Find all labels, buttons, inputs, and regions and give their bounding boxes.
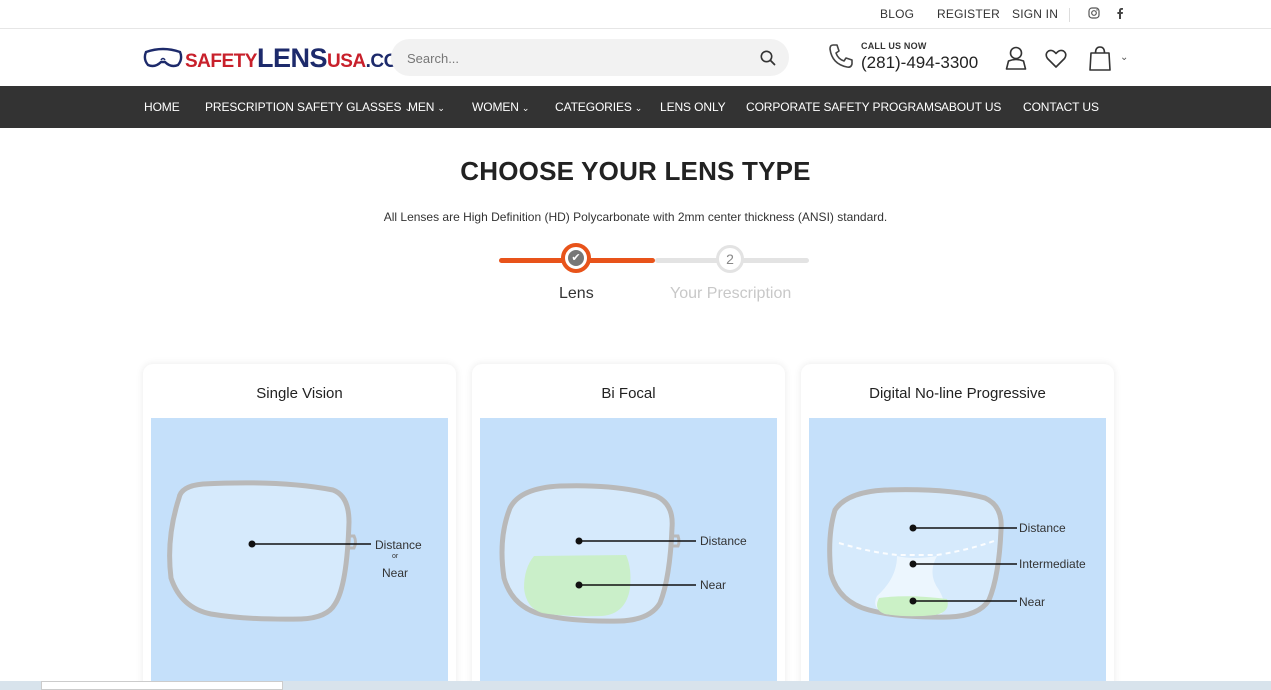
checkout-stepper: ✔ 2 Lens Your Prescription [498,240,810,302]
shopping-bag-icon[interactable] [1088,45,1112,71]
user-account-icon[interactable] [1005,46,1027,70]
facebook-icon[interactable] [1116,7,1124,22]
nav-item-home[interactable]: HOME [144,100,180,114]
logo-wordmark: SAFETYLENSUSA.COM [185,42,414,73]
blog-link[interactable]: BLOG [880,7,914,21]
call-us-label: CALL US NOW [861,41,927,51]
page-title: CHOOSE YOUR LENS TYPE [460,156,811,186]
nav-item-contact-us[interactable]: CONTACT US [1023,100,1099,114]
step-1-lens[interactable]: ✔ [561,243,591,273]
instagram-icon[interactable] [1088,7,1100,22]
lens-option-digital-no-line-progressive[interactable]: Digital No-line Progressive Distance Int… [801,364,1114,690]
bottom-overlay-box [41,681,283,690]
chevron-down-icon: ⌄ [521,103,530,113]
top-divider [1069,8,1070,22]
distance-label: Distance [1019,521,1066,535]
nav-item-lens-only[interactable]: LENS ONLY [660,100,726,114]
wishlist-heart-icon[interactable] [1045,49,1067,69]
phone-icon [827,42,855,70]
bi-focal-lens-diagram: Distance Near [480,418,777,690]
goggles-logo-icon [143,47,183,68]
nav-item-men[interactable]: MEN ⌄ [408,100,445,114]
top-utility-bar: BLOG REGISTER SIGN IN [0,0,1271,29]
nav-item-women[interactable]: WOMEN ⌄ [472,100,529,114]
lens-option-bi-focal[interactable]: Bi Focal Distance Near [472,364,785,690]
lens-option-single-vision[interactable]: Single Vision Distance or Near [143,364,456,690]
sign-in-link[interactable]: SIGN IN [1012,7,1058,21]
page-subtitle: All Lenses are High Definition (HD) Poly… [383,210,888,224]
nav-item-prescription-safety-glasses[interactable]: PRESCRIPTION SAFETY GLASSES ⌄ [205,100,412,114]
cart-chevron-down-icon[interactable]: ⌄ [1120,52,1128,63]
or-label: or [392,553,399,560]
main-navigation: HOME PRESCRIPTION SAFETY GLASSES ⌄ MEN ⌄ W… [0,86,1271,128]
nav-item-categories[interactable]: CATEGORIES ⌄ [555,100,642,114]
top-links: BLOG REGISTER SIGN IN [0,7,1271,23]
single-vision-lens-diagram: Distance or Near [151,418,448,690]
near-label: Near [382,566,409,580]
search-input[interactable] [407,48,747,68]
search-icon[interactable] [759,49,777,67]
chevron-down-icon: ⌄ [437,103,445,113]
progressive-lens-diagram: Distance Intermediate Near [809,418,1106,690]
checkmark-icon: ✔ [568,250,584,266]
step-2-prescription[interactable]: 2 [716,245,744,273]
near-label: Near [1019,595,1046,609]
distance-label: Distance [375,538,422,552]
chevron-down-icon: ⌄ [634,103,643,113]
near-label: Near [700,578,727,592]
site-header: SAFETYLENSUSA.COM CALL US NOW (281)-494-… [0,29,1271,86]
search-bar [391,39,789,76]
step-1-label: Lens [559,285,594,302]
phone-number[interactable]: (281)-494-3300 [861,53,978,73]
distance-label: Distance [700,534,747,548]
step-2-label: Your Prescription [670,285,792,302]
register-link[interactable]: REGISTER [937,7,1000,21]
intermediate-label: Intermediate [1019,557,1086,571]
nav-item-about-us[interactable]: ABOUT US [941,100,1001,114]
site-logo[interactable]: SAFETYLENSUSA.COM [143,42,414,74]
card-title: Digital No-line Progressive [869,385,1046,402]
card-title: Single Vision [256,385,343,402]
nav-item-corporate-safety-programs[interactable]: CORPORATE SAFETY PROGRAMS [746,100,942,114]
card-title: Bi Focal [601,385,656,402]
